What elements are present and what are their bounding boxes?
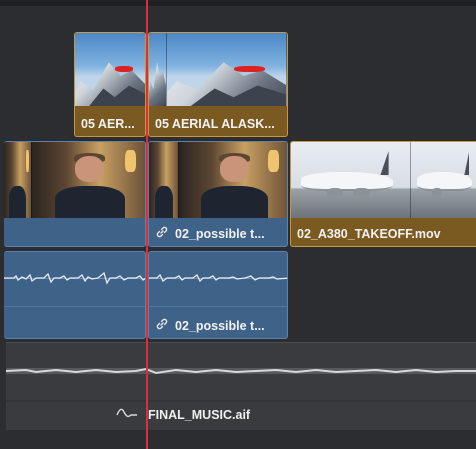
- clip-thumbnail: [179, 142, 287, 218]
- clip-label: FINAL_MUSIC.aif: [148, 408, 251, 422]
- clip-aerial-short[interactable]: 05 AER...: [74, 32, 146, 137]
- clip-label-row: FINAL_MUSIC.aif: [116, 403, 250, 427]
- clip-takeoff[interactable]: 02_A380_TAKEOFF.mov: [290, 141, 476, 247]
- timeline-ruler[interactable]: [0, 0, 476, 6]
- clip-interview-linked[interactable]: 02_possible t...: [148, 141, 288, 247]
- timeline[interactable]: 05 AER... 05 AERIAL ALASK... 02_possible…: [0, 0, 476, 449]
- clip-thumbnail: [4, 142, 32, 218]
- link-icon: [155, 223, 169, 246]
- clip-audio-interview[interactable]: [4, 251, 146, 339]
- link-icon: [155, 315, 169, 338]
- clip-label: 02_possible t...: [175, 227, 265, 241]
- volume-curve-icon[interactable]: [116, 406, 138, 425]
- audio-waveform: [149, 273, 287, 283]
- clip-aerial-main[interactable]: 05 AERIAL ALASK...: [148, 32, 288, 137]
- clip-label-row: 02_possible t...: [155, 314, 283, 338]
- audio-waveform: [6, 367, 476, 402]
- clip-thumbnail: [149, 33, 167, 106]
- clip-label: 02_possible t...: [175, 319, 265, 333]
- clip-thumbnail: [411, 142, 476, 218]
- clip-thumbnail: [167, 33, 287, 106]
- clip-label: 02_A380_TAKEOFF.mov: [297, 227, 441, 241]
- playhead[interactable]: [146, 0, 148, 449]
- audio-waveform: [4, 271, 145, 285]
- clip-label: 05 AERIAL ALASK...: [155, 117, 275, 131]
- clip-music[interactable]: FINAL_MUSIC.aif: [6, 342, 476, 430]
- clip-label: [10, 222, 141, 246]
- clip-label: 05 AER...: [81, 117, 135, 131]
- clip-thumbnail: [32, 142, 145, 218]
- clip-interview[interactable]: [4, 141, 146, 247]
- clip-audio-interview-linked[interactable]: 02_possible t...: [148, 251, 288, 339]
- clip-label-row: 02_possible t...: [155, 222, 283, 246]
- clip-thumbnail: [149, 142, 179, 218]
- clip-thumbnail: [75, 33, 145, 106]
- clip-thumbnail: [291, 142, 411, 218]
